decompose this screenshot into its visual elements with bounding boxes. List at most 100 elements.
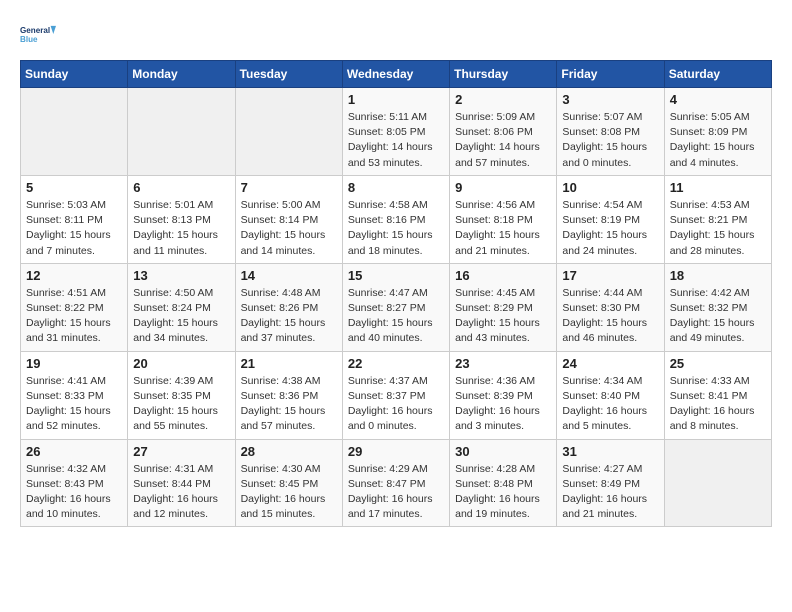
day-info: Sunrise: 5:11 AM Sunset: 8:05 PM Dayligh… <box>348 110 444 171</box>
calendar-day-cell: 9Sunrise: 4:56 AM Sunset: 8:18 PM Daylig… <box>450 175 557 263</box>
day-info: Sunrise: 4:32 AM Sunset: 8:43 PM Dayligh… <box>26 462 122 523</box>
day-info: Sunrise: 4:51 AM Sunset: 8:22 PM Dayligh… <box>26 286 122 347</box>
day-info: Sunrise: 4:54 AM Sunset: 8:19 PM Dayligh… <box>562 198 658 259</box>
day-number: 10 <box>562 180 658 195</box>
calendar-table: SundayMondayTuesdayWednesdayThursdayFrid… <box>20 60 772 527</box>
calendar-day-cell: 31 Sunrise: 4:27 AM Sunset: 8:49 PM Dayli… <box>557 439 664 527</box>
weekday-header-monday: Monday <box>128 61 235 88</box>
day-info: Sunrise: 4:44 AM Sunset: 8:30 PM Dayligh… <box>562 286 658 347</box>
calendar-day-cell <box>128 88 235 176</box>
calendar-day-cell <box>664 439 771 527</box>
calendar-day-cell: 8 Sunrise: 4:58 AM Sunset: 8:16 PM Daylig… <box>342 175 449 263</box>
calendar-day-cell: 3Sunrise: 5:07 AM Sunset: 8:08 PM Daylig… <box>557 88 664 176</box>
day-number: 11 <box>670 180 766 195</box>
day-info: Sunrise: 4:28 AM Sunset: 8:48 PM Dayligh… <box>455 462 551 523</box>
calendar-day-cell: 23 Sunrise: 4:36 AM Sunset: 8:39 PM Dayli… <box>450 351 557 439</box>
day-number: 24 <box>562 356 658 371</box>
calendar-day-cell: 5Sunrise: 5:03 AM Sunset: 8:11 PM Daylig… <box>21 175 128 263</box>
calendar-day-cell: 14 Sunrise: 4:48 AM Sunset: 8:26 PM Dayli… <box>235 263 342 351</box>
day-info: Sunrise: 5:00 AM Sunset: 8:14 PM Dayligh… <box>241 198 337 259</box>
calendar-day-cell: 18Sunrise: 4:42 AM Sunset: 8:32 PM Dayli… <box>664 263 771 351</box>
calendar-day-cell: 28Sunrise: 4:30 AM Sunset: 8:45 PM Dayli… <box>235 439 342 527</box>
calendar-day-cell <box>21 88 128 176</box>
calendar-week-row: 1 Sunrise: 5:11 AM Sunset: 8:05 PM Daylig… <box>21 88 772 176</box>
day-number: 21 <box>241 356 337 371</box>
weekday-header-wednesday: Wednesday <box>342 61 449 88</box>
day-number: 31 <box>562 444 658 459</box>
day-info: Sunrise: 4:36 AM Sunset: 8:39 PM Dayligh… <box>455 374 551 435</box>
logo-icon: GeneralBlue <box>20 16 56 52</box>
day-number: 6 <box>133 180 229 195</box>
day-number: 25 <box>670 356 766 371</box>
calendar-day-cell: 24Sunrise: 4:34 AM Sunset: 8:40 PM Dayli… <box>557 351 664 439</box>
weekday-header-friday: Friday <box>557 61 664 88</box>
day-number: 30 <box>455 444 551 459</box>
day-info: Sunrise: 4:47 AM Sunset: 8:27 PM Dayligh… <box>348 286 444 347</box>
svg-text:Blue: Blue <box>20 35 38 44</box>
calendar-day-cell: 1 Sunrise: 5:11 AM Sunset: 8:05 PM Daylig… <box>342 88 449 176</box>
calendar-day-cell: 19Sunrise: 4:41 AM Sunset: 8:33 PM Dayli… <box>21 351 128 439</box>
weekday-header-thursday: Thursday <box>450 61 557 88</box>
logo: GeneralBlue <box>20 16 56 52</box>
day-number: 15 <box>348 268 444 283</box>
calendar-week-row: 26 Sunrise: 4:32 AM Sunset: 8:43 PM Dayli… <box>21 439 772 527</box>
day-info: Sunrise: 5:05 AM Sunset: 8:09 PM Dayligh… <box>670 110 766 171</box>
day-info: Sunrise: 5:01 AM Sunset: 8:13 PM Dayligh… <box>133 198 229 259</box>
calendar-day-cell: 25 Sunrise: 4:33 AM Sunset: 8:41 PM Dayli… <box>664 351 771 439</box>
calendar-day-cell: 15 Sunrise: 4:47 AM Sunset: 8:27 PM Dayli… <box>342 263 449 351</box>
day-info: Sunrise: 4:37 AM Sunset: 8:37 PM Dayligh… <box>348 374 444 435</box>
day-info: Sunrise: 4:27 AM Sunset: 8:49 PM Dayligh… <box>562 462 658 523</box>
day-info: Sunrise: 4:29 AM Sunset: 8:47 PM Dayligh… <box>348 462 444 523</box>
day-info: Sunrise: 4:58 AM Sunset: 8:16 PM Dayligh… <box>348 198 444 259</box>
weekday-header-sunday: Sunday <box>21 61 128 88</box>
day-info: Sunrise: 5:07 AM Sunset: 8:08 PM Dayligh… <box>562 110 658 171</box>
day-number: 7 <box>241 180 337 195</box>
day-number: 14 <box>241 268 337 283</box>
calendar-day-cell: 30 Sunrise: 4:28 AM Sunset: 8:48 PM Dayli… <box>450 439 557 527</box>
day-number: 12 <box>26 268 122 283</box>
calendar-day-cell: 27Sunrise: 4:31 AM Sunset: 8:44 PM Dayli… <box>128 439 235 527</box>
day-number: 20 <box>133 356 229 371</box>
day-info: Sunrise: 4:48 AM Sunset: 8:26 PM Dayligh… <box>241 286 337 347</box>
weekday-header-row: SundayMondayTuesdayWednesdayThursdayFrid… <box>21 61 772 88</box>
calendar-day-cell: 12 Sunrise: 4:51 AM Sunset: 8:22 PM Dayli… <box>21 263 128 351</box>
day-info: Sunrise: 4:50 AM Sunset: 8:24 PM Dayligh… <box>133 286 229 347</box>
calendar-day-cell <box>235 88 342 176</box>
day-info: Sunrise: 4:39 AM Sunset: 8:35 PM Dayligh… <box>133 374 229 435</box>
weekday-header-tuesday: Tuesday <box>235 61 342 88</box>
day-info: Sunrise: 4:30 AM Sunset: 8:45 PM Dayligh… <box>241 462 337 523</box>
day-number: 26 <box>26 444 122 459</box>
calendar-day-cell: 10 Sunrise: 4:54 AM Sunset: 8:19 PM Dayli… <box>557 175 664 263</box>
calendar-day-cell: 17Sunrise: 4:44 AM Sunset: 8:30 PM Dayli… <box>557 263 664 351</box>
day-info: Sunrise: 4:33 AM Sunset: 8:41 PM Dayligh… <box>670 374 766 435</box>
calendar-day-cell: 4 Sunrise: 5:05 AM Sunset: 8:09 PM Daylig… <box>664 88 771 176</box>
day-info: Sunrise: 4:42 AM Sunset: 8:32 PM Dayligh… <box>670 286 766 347</box>
calendar-day-cell: 11Sunrise: 4:53 AM Sunset: 8:21 PM Dayli… <box>664 175 771 263</box>
day-number: 13 <box>133 268 229 283</box>
calendar-day-cell: 7 Sunrise: 5:00 AM Sunset: 8:14 PM Daylig… <box>235 175 342 263</box>
calendar-day-cell: 21 Sunrise: 4:38 AM Sunset: 8:36 PM Dayli… <box>235 351 342 439</box>
day-number: 23 <box>455 356 551 371</box>
day-number: 9 <box>455 180 551 195</box>
weekday-header-saturday: Saturday <box>664 61 771 88</box>
svg-text:General: General <box>20 26 50 35</box>
calendar-day-cell: 2Sunrise: 5:09 AM Sunset: 8:06 PM Daylig… <box>450 88 557 176</box>
calendar-week-row: 19Sunrise: 4:41 AM Sunset: 8:33 PM Dayli… <box>21 351 772 439</box>
day-info: Sunrise: 5:03 AM Sunset: 8:11 PM Dayligh… <box>26 198 122 259</box>
day-info: Sunrise: 4:31 AM Sunset: 8:44 PM Dayligh… <box>133 462 229 523</box>
day-info: Sunrise: 4:45 AM Sunset: 8:29 PM Dayligh… <box>455 286 551 347</box>
day-info: Sunrise: 4:38 AM Sunset: 8:36 PM Dayligh… <box>241 374 337 435</box>
day-number: 2 <box>455 92 551 107</box>
day-number: 1 <box>348 92 444 107</box>
calendar-day-cell: 13 Sunrise: 4:50 AM Sunset: 8:24 PM Dayli… <box>128 263 235 351</box>
day-number: 8 <box>348 180 444 195</box>
calendar-day-cell: 22Sunrise: 4:37 AM Sunset: 8:37 PM Dayli… <box>342 351 449 439</box>
day-number: 16 <box>455 268 551 283</box>
calendar-week-row: 12 Sunrise: 4:51 AM Sunset: 8:22 PM Dayli… <box>21 263 772 351</box>
calendar-week-row: 5Sunrise: 5:03 AM Sunset: 8:11 PM Daylig… <box>21 175 772 263</box>
calendar-day-cell: 20 Sunrise: 4:39 AM Sunset: 8:35 PM Dayli… <box>128 351 235 439</box>
calendar-day-cell: 6 Sunrise: 5:01 AM Sunset: 8:13 PM Daylig… <box>128 175 235 263</box>
day-number: 4 <box>670 92 766 107</box>
page-header: GeneralBlue <box>20 16 772 52</box>
day-number: 19 <box>26 356 122 371</box>
